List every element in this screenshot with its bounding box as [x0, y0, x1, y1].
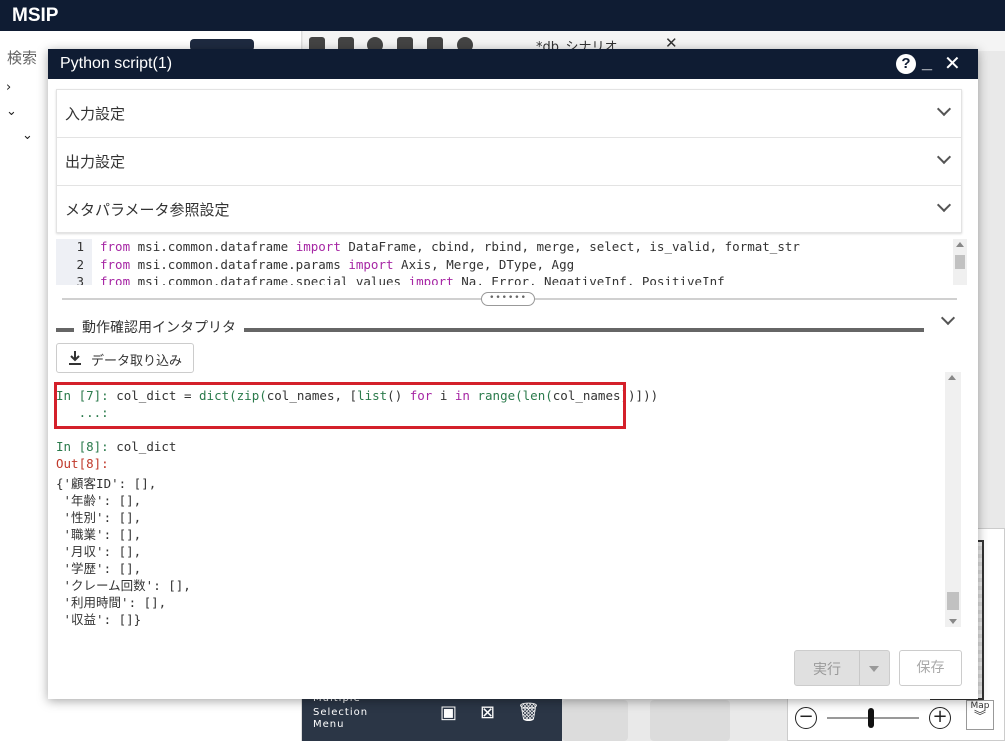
app-title: MSIP	[0, 0, 1005, 31]
splitter-handle[interactable]: ••••••	[481, 292, 535, 306]
chevron-down-icon[interactable]	[940, 310, 956, 326]
console-output-line: {'顧客ID': [],	[56, 476, 157, 491]
console-input-line: In [8]: col_dict	[56, 439, 177, 454]
code-line: 1 from msi.common.dataframe import DataF…	[56, 239, 962, 257]
scroll-up-icon[interactable]	[956, 242, 964, 247]
search-label: 検索	[7, 49, 38, 67]
menu-label-line1: Multiple	[313, 699, 368, 705]
console-output-line: '年齢': [],	[56, 493, 142, 508]
double-chevron-down-icon: ︾	[973, 709, 986, 723]
code-scrollbar[interactable]	[953, 239, 967, 285]
multiple-selection-menu: Multiple Selection Menu ▣ ⊠ 🗑	[302, 699, 562, 741]
menu-label-line2: Selection	[313, 707, 369, 718]
console-output-line: '利用時間': [],	[56, 595, 167, 610]
import-data-button[interactable]: データ取り込み	[56, 343, 194, 373]
console-output-line: '職業': [],	[56, 527, 142, 542]
minimize-button[interactable]: _	[922, 52, 932, 73]
download-icon	[69, 351, 81, 365]
dialog-titlebar: Python script(1) ? _ ✕	[48, 49, 978, 79]
accordion-label: 出力設定	[65, 153, 126, 171]
line-number: 1	[56, 239, 92, 257]
zoom-in-button[interactable]: +	[929, 707, 951, 729]
console-scrollbar[interactable]	[945, 372, 961, 627]
trash-icon[interactable]: 🗑	[517, 702, 540, 724]
code-editor[interactable]: 1 from msi.common.dataframe import DataF…	[56, 239, 962, 285]
console-output-line: '収益': []}	[56, 612, 142, 627]
zoom-control: − +	[787, 700, 987, 736]
menu-label-line3: Menu	[313, 719, 345, 730]
accordion-input-settings[interactable]: 入力設定	[57, 90, 961, 138]
line-number: 2	[56, 256, 92, 274]
accordion-metaparameter-settings[interactable]: メタパラメータ参照設定	[57, 186, 961, 234]
zoom-slider-handle[interactable]	[868, 708, 874, 728]
background-block	[650, 700, 730, 741]
section-divider	[56, 328, 74, 332]
console-output-line: 'クレーム回数': [],	[56, 578, 191, 593]
tree-collapse-icon[interactable]: ⌄	[6, 104, 17, 119]
console-output-prompt: Out[8]:	[56, 456, 109, 471]
map-toggle-button[interactable]: Map ︾	[966, 700, 994, 730]
section-divider	[244, 328, 924, 332]
code-line: 2 from msi.common.dataframe.params impor…	[56, 256, 962, 274]
accordion-label: メタパラメータ参照設定	[65, 201, 230, 219]
scrollbar-thumb[interactable]	[955, 255, 965, 269]
interpreter-label: 動作確認用インタプリタ	[82, 320, 236, 336]
dropdown-arrow-icon[interactable]	[869, 666, 879, 672]
console-output-line: '学歴': [],	[56, 561, 142, 576]
background-block	[562, 700, 628, 741]
run-button[interactable]: 実行	[794, 650, 890, 686]
scroll-up-icon[interactable]	[948, 375, 956, 380]
scrollbar-thumb[interactable]	[947, 592, 959, 610]
close-button[interactable]: ✕	[944, 51, 961, 76]
button-separator	[859, 651, 860, 685]
console-output-line: '月収': [],	[56, 544, 142, 559]
dialog-title: Python script(1)	[60, 55, 173, 72]
zoom-out-button[interactable]: −	[795, 707, 817, 729]
help-icon[interactable]: ?	[896, 54, 916, 74]
chevron-down-icon	[936, 101, 952, 117]
highlight-box	[54, 382, 626, 429]
console-output-line: '性別': [],	[56, 510, 142, 525]
scroll-down-icon[interactable]	[949, 619, 957, 624]
deselect-icon[interactable]: ⊠	[477, 702, 499, 724]
accordion-label: 入力設定	[65, 105, 126, 123]
python-script-dialog: Python script(1) ? _ ✕ 入力設定 出力設定 メタパラメータ…	[48, 49, 978, 699]
import-data-label: データ取り込み	[91, 354, 183, 369]
tree-collapse-icon[interactable]: ⌄	[22, 128, 33, 143]
tree-expand-icon[interactable]: ›	[6, 80, 11, 95]
line-number: 3	[56, 274, 92, 285]
run-label: 実行	[813, 662, 841, 678]
chevron-down-icon	[936, 149, 952, 165]
group-icon[interactable]: ▣	[438, 702, 460, 724]
chevron-down-icon	[936, 197, 952, 213]
accordion-output-settings[interactable]: 出力設定	[57, 138, 961, 186]
code-line: 3 from msi.common.dataframe.special_valu…	[56, 274, 962, 285]
settings-accordion: 入力設定 出力設定 メタパラメータ参照設定	[56, 89, 962, 233]
save-button[interactable]: 保存	[899, 650, 962, 686]
interpreter-console[interactable]: In [7]: col_dict = dict(zip(col_names, […	[54, 382, 942, 628]
